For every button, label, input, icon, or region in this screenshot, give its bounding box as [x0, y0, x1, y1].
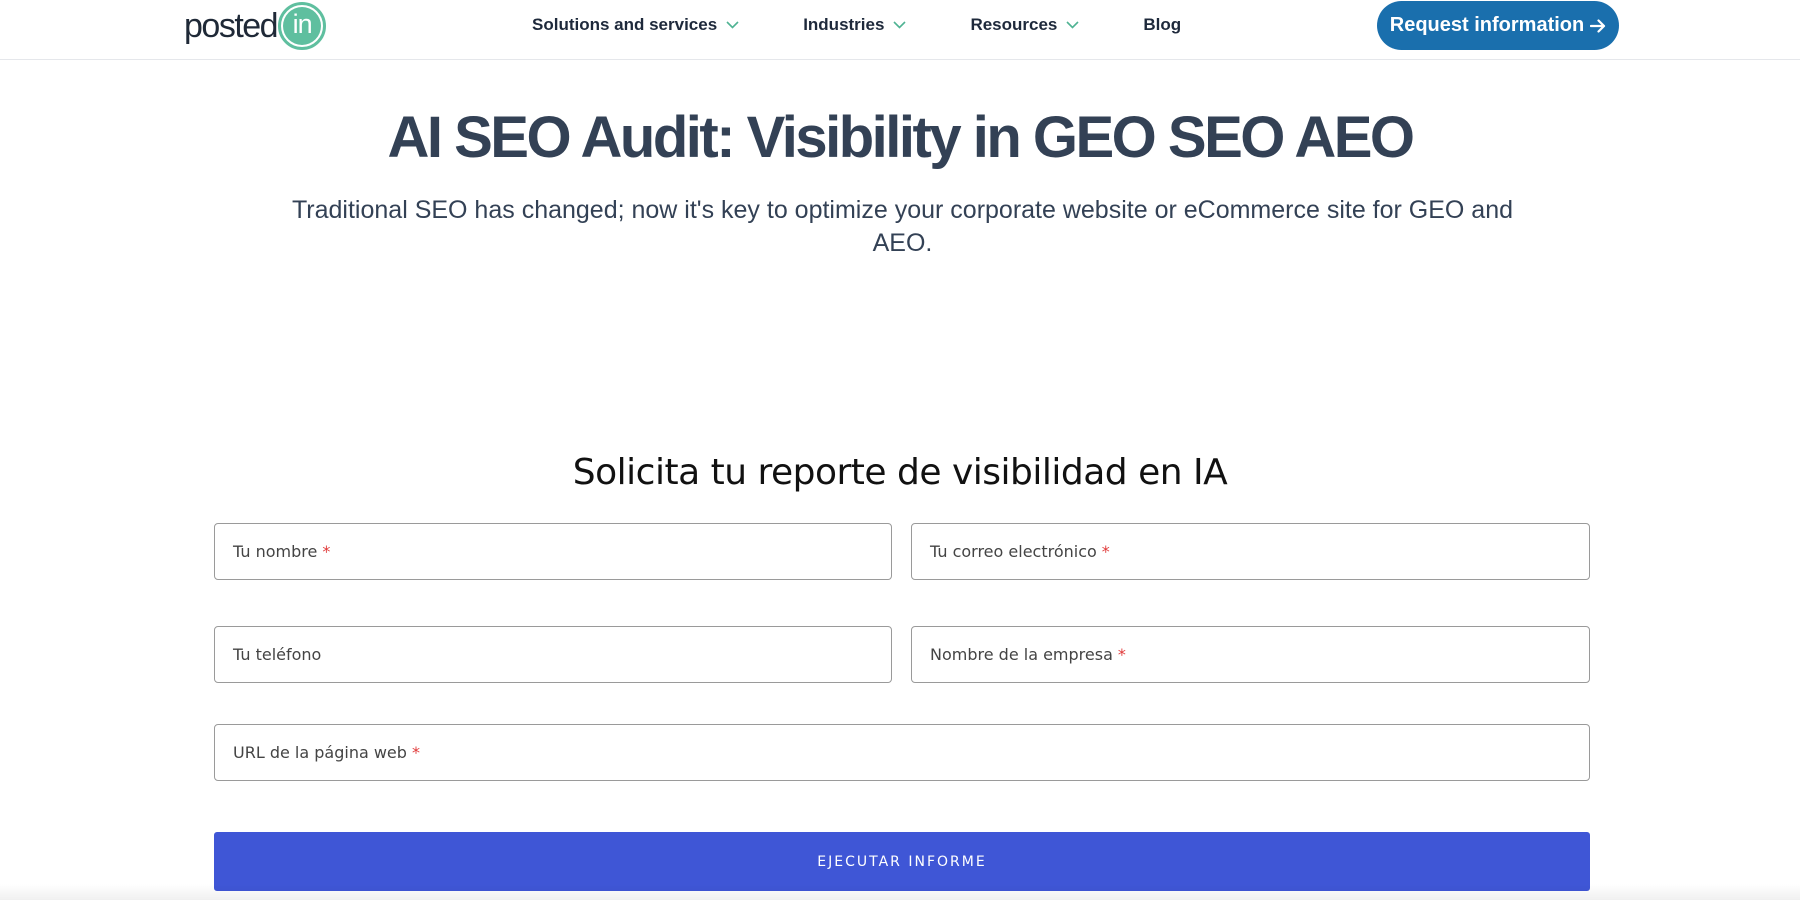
company-field[interactable]: Nombre de la empresa *: [911, 626, 1590, 683]
nav-item-label: Industries: [803, 15, 885, 34]
nav-item-solutions[interactable]: Solutions and services: [532, 15, 739, 35]
chevron-down-icon: [726, 21, 739, 29]
logo[interactable]: posted in: [184, 1, 327, 51]
website-url-field-placeholder: URL de la página web: [233, 743, 407, 762]
nav-item-resources[interactable]: Resources: [970, 15, 1079, 35]
page-subtitle: Traditional SEO has changed; now it's ke…: [291, 196, 1514, 257]
chevron-down-icon: [1066, 21, 1079, 29]
run-report-button[interactable]: EJECUTAR INFORME: [214, 832, 1590, 891]
website-url-field[interactable]: URL de la página web *: [214, 724, 1590, 781]
logo-badge-text: in: [283, 7, 322, 45]
nav-item-label: Resources: [970, 15, 1058, 34]
site-header: posted in Solutions and services Industr…: [0, 0, 1800, 60]
nav-item-label: Solutions and services: [532, 15, 718, 34]
request-information-button[interactable]: Request information: [1377, 1, 1619, 50]
cta-label: Request information: [1389, 14, 1585, 36]
required-marker: *: [322, 542, 331, 561]
nav-item-blog[interactable]: Blog: [1143, 15, 1181, 35]
required-marker: *: [411, 743, 420, 762]
required-marker: *: [1101, 542, 1110, 561]
company-field-placeholder: Nombre de la empresa: [930, 645, 1113, 664]
logo-badge: in: [278, 2, 327, 50]
nav-item-industries[interactable]: Industries: [803, 15, 907, 35]
phone-field-placeholder: Tu teléfono: [233, 645, 322, 664]
nav-item-label: Blog: [1143, 15, 1182, 34]
email-field[interactable]: Tu correo electrónico *: [911, 523, 1590, 580]
logo-text: posted: [184, 7, 279, 45]
main-nav: Solutions and services Industries Resour…: [532, 0, 1181, 50]
form-title: Solicita tu reporte de visibilidad en IA: [572, 452, 1228, 493]
chevron-down-icon: [893, 21, 907, 29]
arrow-right-icon: [1590, 18, 1606, 33]
page-title: AI SEO Audit: Visibility in GEO SEO AEO: [387, 105, 1415, 170]
required-marker: *: [1117, 645, 1126, 664]
email-field-placeholder: Tu correo electrónico: [930, 542, 1097, 561]
name-field-placeholder: Tu nombre: [233, 542, 318, 561]
name-field[interactable]: Tu nombre *: [214, 523, 892, 580]
phone-field[interactable]: Tu teléfono: [214, 626, 892, 683]
